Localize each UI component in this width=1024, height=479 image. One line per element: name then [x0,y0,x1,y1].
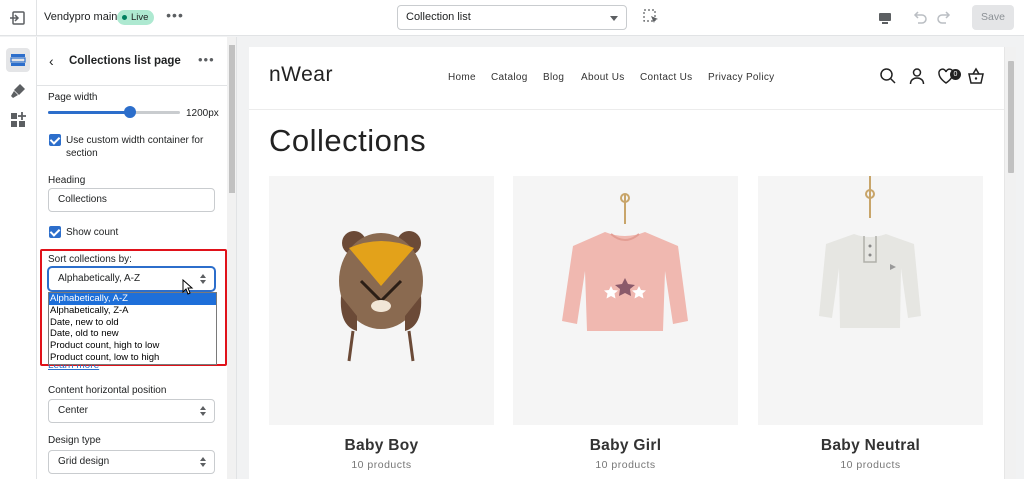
dropdown-option[interactable]: Date, old to new [49,328,216,340]
content-position-select[interactable]: Center [48,399,215,423]
show-count-checkbox[interactable] [49,226,61,238]
panel-header: ‹ Collections list page ••• [37,37,227,86]
nav-home[interactable]: Home [448,72,476,83]
collection-image-baby-girl[interactable] [513,176,738,425]
editor-topbar: Vendypro main Live ••• Collection list S… [0,0,1024,36]
save-button[interactable]: Save [972,5,1014,30]
wishlist-count-badge: 0 [950,69,961,80]
page-selector[interactable]: Collection list [397,5,627,30]
more-options-button[interactable]: ••• [198,52,215,67]
panel-title: Collections list page [69,55,181,67]
heading-label: Heading [48,175,86,186]
dropdown-option[interactable]: Product count, low to high [49,352,216,364]
collection-name[interactable]: Baby Girl [513,437,738,455]
mouse-cursor-icon [182,278,194,295]
store-name: Vendypro main [44,11,118,23]
content-position-value: Center [58,405,89,416]
dropdown-option[interactable]: Date, new to old [49,317,216,329]
custom-width-label: Use custom width container for section [66,135,204,159]
page-title: Collections [269,123,427,158]
design-type-value: Grid design [58,456,110,467]
slider-handle[interactable] [123,106,136,118]
sort-label: Sort collections by: [48,254,132,265]
search-icon[interactable] [879,67,897,85]
design-type-select[interactable]: Grid design [48,450,215,474]
status-badge: Live [117,10,155,25]
show-count-label: Show count [66,227,119,238]
app-blocks-icon[interactable] [6,108,30,132]
sections-icon[interactable] [6,48,30,72]
inspector-icon[interactable] [642,8,660,26]
exit-icon[interactable] [8,8,28,28]
dropdown-option[interactable]: Product count, high to low [49,340,216,352]
collection-image-baby-neutral[interactable] [758,176,983,425]
select-arrows-icon [200,406,206,416]
design-type-label: Design type [48,435,101,446]
nav-privacy-policy[interactable]: Privacy Policy [708,72,774,83]
chevron-down-icon [610,16,618,21]
cart-icon[interactable] [967,67,985,85]
collection-name[interactable]: Baby Boy [269,437,494,455]
collection-count: 10 products [595,459,656,471]
redo-icon[interactable] [934,8,954,28]
dropdown-option[interactable]: Alphabetically, Z-A [49,305,216,317]
panel-scroll-thumb[interactable] [229,45,235,193]
sort-dropdown-list: Alphabetically, A-Z Alphabetically, Z-A … [48,292,217,365]
heading-input[interactable]: Collections [48,188,215,212]
content-position-label: Content horizontal position [48,385,167,396]
nav-catalog[interactable]: Catalog [491,72,528,83]
account-icon[interactable] [908,67,926,85]
back-arrow-icon[interactable]: ‹ [49,53,63,69]
custom-width-checkbox[interactable] [49,134,61,146]
collection-count: 10 products [351,459,412,471]
nav-about-us[interactable]: About Us [581,72,625,83]
more-actions-button[interactable]: ••• [165,8,185,28]
collection-image-baby-boy[interactable] [269,176,494,425]
divider [36,0,37,36]
preview-scroll-thumb[interactable] [1008,61,1014,173]
collection-count: 10 products [840,459,901,471]
panel-scrollbar[interactable] [227,37,236,479]
undo-icon[interactable] [910,8,930,28]
page-width-label: Page width [48,92,98,103]
preview-scrollbar[interactable] [1004,47,1016,479]
editor-rail [0,37,37,479]
settings-panel: ‹ Collections list page ••• Page width 1… [37,37,237,479]
select-arrows-icon [200,274,206,284]
slider-fill [48,111,130,114]
page-width-value: 1200px [186,108,219,119]
page-width-slider[interactable] [48,106,180,118]
collection-name[interactable]: Baby Neutral [758,437,983,455]
select-arrows-icon [200,457,206,467]
nav-blog[interactable]: Blog [543,72,564,83]
nav-contact-us[interactable]: Contact Us [640,72,692,83]
desktop-view-icon[interactable] [875,8,895,28]
page-selector-value: Collection list [406,11,471,23]
store-preview: nWear Home Catalog Blog About Us Contact… [249,47,1016,479]
theme-settings-icon[interactable] [6,79,30,103]
header-divider [249,109,1004,110]
sort-select-value: Alphabetically, A-Z [58,273,141,284]
store-logo[interactable]: nWear [269,63,333,87]
